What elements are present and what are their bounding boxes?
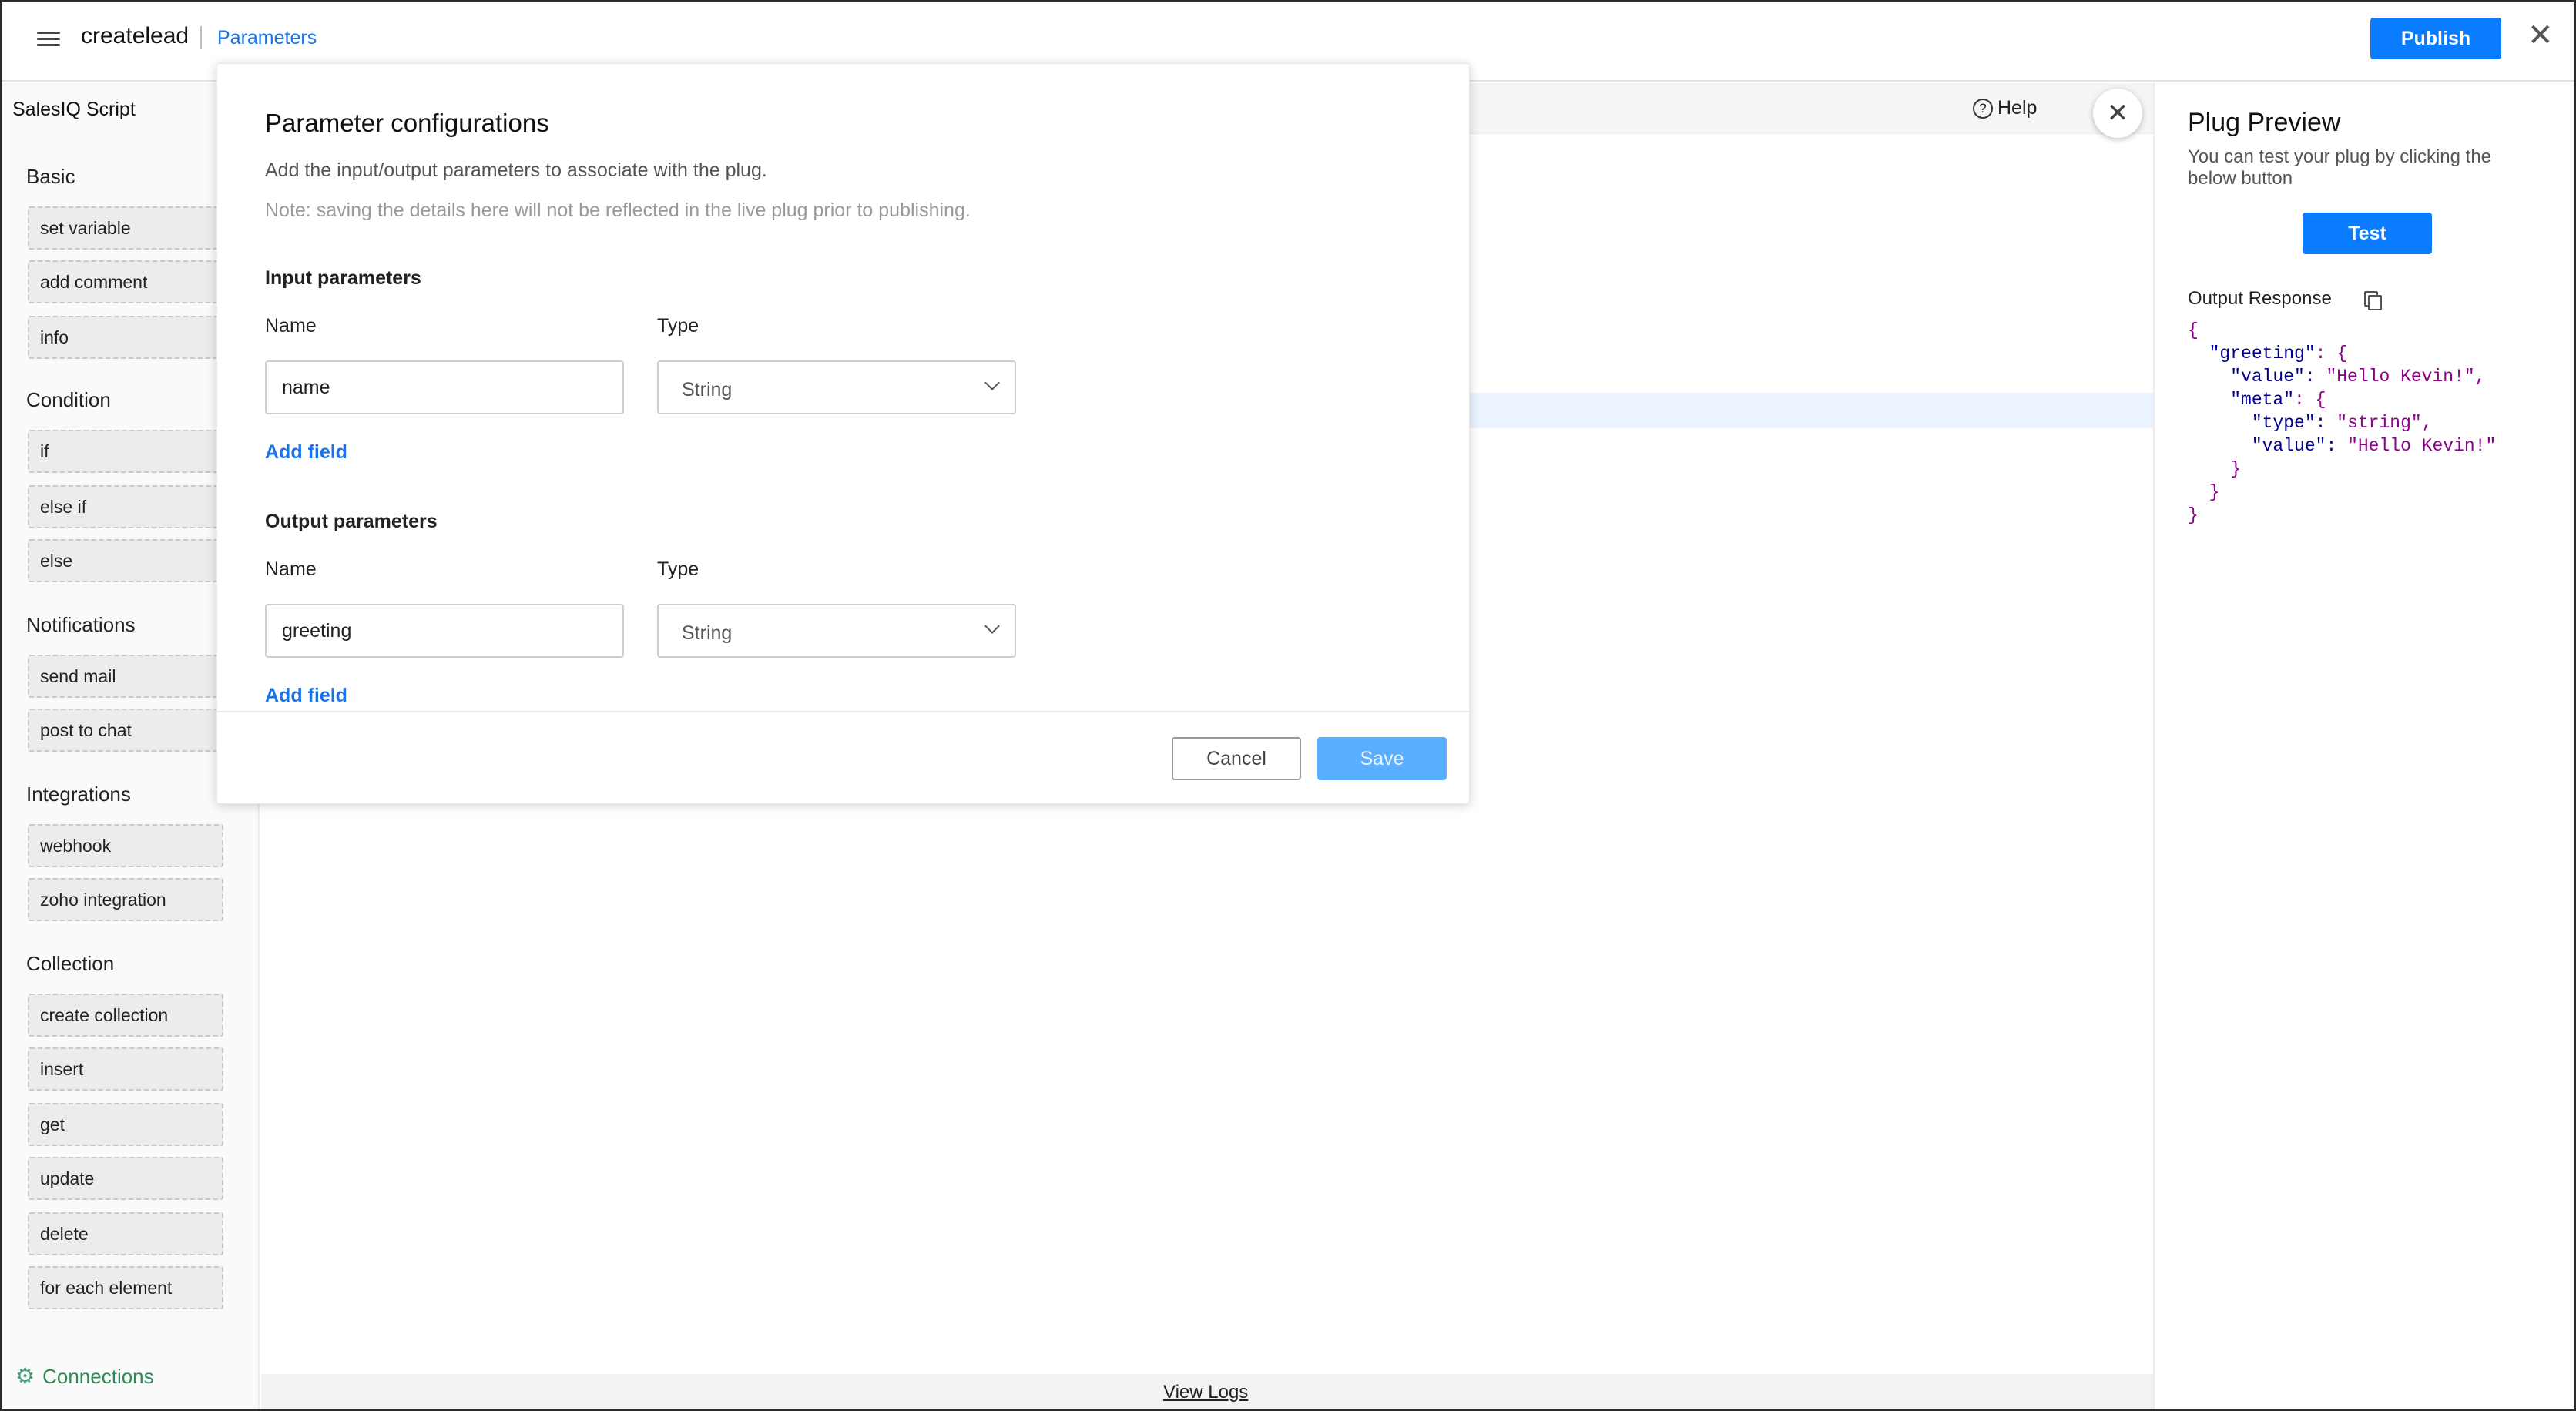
block-create-collection[interactable]: create collection [28,994,223,1037]
input-name-field[interactable] [265,360,624,414]
view-logs-link[interactable]: View Logs [1163,1382,1248,1403]
block-send-mail[interactable]: send mail [28,655,223,698]
plug-preview-panel: Plug Preview You can test your plug by c… [2153,83,2574,1409]
input-parameters-title: Input parameters [265,267,421,289]
json-punct: : { [2294,390,2326,410]
modal-title: Parameter configurations [265,109,549,137]
sidebar-title: SalesIQ Script [12,99,136,120]
test-button[interactable]: Test [2303,213,2432,254]
json-line: } [2230,459,2242,479]
block-webhook[interactable]: webhook [28,824,223,867]
connections-label: Connections [42,1365,154,1388]
title-divider [200,26,202,49]
hamburger-menu-icon[interactable] [37,28,60,51]
section-basic: Basic [26,165,75,188]
output-type-value: String [682,622,733,644]
block-post-to-chat[interactable]: post to chat [28,709,223,752]
section-notifications: Notifications [26,613,136,636]
output-response-json: { "greeting": { "value": "Hello Kevin!",… [2188,320,2497,525]
output-response-label: Output Response [2188,288,2332,309]
json-key: "type" [2251,413,2316,433]
chevron-down-icon [984,618,1000,634]
block-add-comment[interactable]: add comment [28,260,223,303]
modal-description: Add the input/output parameters to assoc… [265,159,767,181]
input-type-select[interactable]: String [657,360,1016,414]
input-add-field-link[interactable]: Add field [265,441,347,464]
block-update[interactable]: update [28,1157,223,1200]
publish-button[interactable]: Publish [2370,18,2501,59]
preview-description: You can test your plug by clicking the b… [2188,146,2492,189]
help-label: Help [1997,97,2038,119]
block-zoho-integration[interactable]: zoho integration [28,878,223,921]
output-parameters-title: Output parameters [265,511,438,532]
json-value: "string" [2336,413,2422,433]
parameter-config-modal: Parameter configurations Add the input/o… [216,63,1470,804]
json-punct: : { [2315,344,2348,364]
json-key: "value" [2230,367,2305,387]
chevron-down-icon [984,375,1000,390]
output-add-field-link[interactable]: Add field [265,685,347,707]
cancel-button[interactable]: Cancel [1172,737,1301,780]
block-for-each-element[interactable]: for each element [28,1266,223,1309]
output-type-label: Type [657,558,699,580]
help-link[interactable]: ? Help [1973,97,2037,119]
json-key: "meta" [2230,390,2295,410]
help-icon: ? [1973,99,1993,119]
output-type-select[interactable]: String [657,604,1016,658]
section-integrations: Integrations [26,783,131,806]
json-value: "Hello Kevin!" [2326,367,2475,387]
json-line: } [2209,482,2220,502]
input-type-value: String [682,379,733,401]
section-collection: Collection [26,952,115,975]
json-key: "greeting" [2209,344,2316,364]
block-get[interactable]: get [28,1103,223,1146]
block-info[interactable]: info [28,316,223,359]
block-delete[interactable]: delete [28,1212,223,1255]
modal-footer-divider [217,711,1469,712]
close-icon[interactable]: ✕ [2527,20,2554,51]
block-set-variable[interactable]: set variable [28,206,223,250]
breadcrumb-parameters[interactable]: Parameters [217,27,317,49]
gear-icon: ⚙ [15,1364,35,1388]
section-condition: Condition [26,388,111,411]
output-name-label: Name [265,558,317,580]
json-line: { [2188,320,2199,340]
block-else[interactable]: else [28,539,223,582]
logs-bar: View Logs [261,1374,2153,1409]
copy-icon[interactable] [2361,288,2382,310]
preview-title: Plug Preview [2188,108,2341,137]
input-type-label: Type [657,315,699,337]
save-button[interactable]: Save [1317,737,1447,780]
modal-note: Note: saving the details here will not b… [265,199,971,221]
block-else-if[interactable]: else if [28,485,223,528]
connections-link[interactable]: ⚙ Connections [15,1363,154,1389]
modal-close-icon[interactable]: ✕ [2093,89,2142,138]
block-if[interactable]: if [28,430,223,473]
block-insert[interactable]: insert [28,1047,223,1091]
json-value: "Hello Kevin!" [2347,436,2497,456]
json-line: } [2188,505,2199,525]
json-key: "value" [2251,436,2326,456]
app-window: createlead Parameters Publish ✕ SalesIQ … [0,0,2576,1411]
output-name-field[interactable] [265,604,624,658]
app-title: createlead [81,23,190,49]
input-name-label: Name [265,315,317,337]
